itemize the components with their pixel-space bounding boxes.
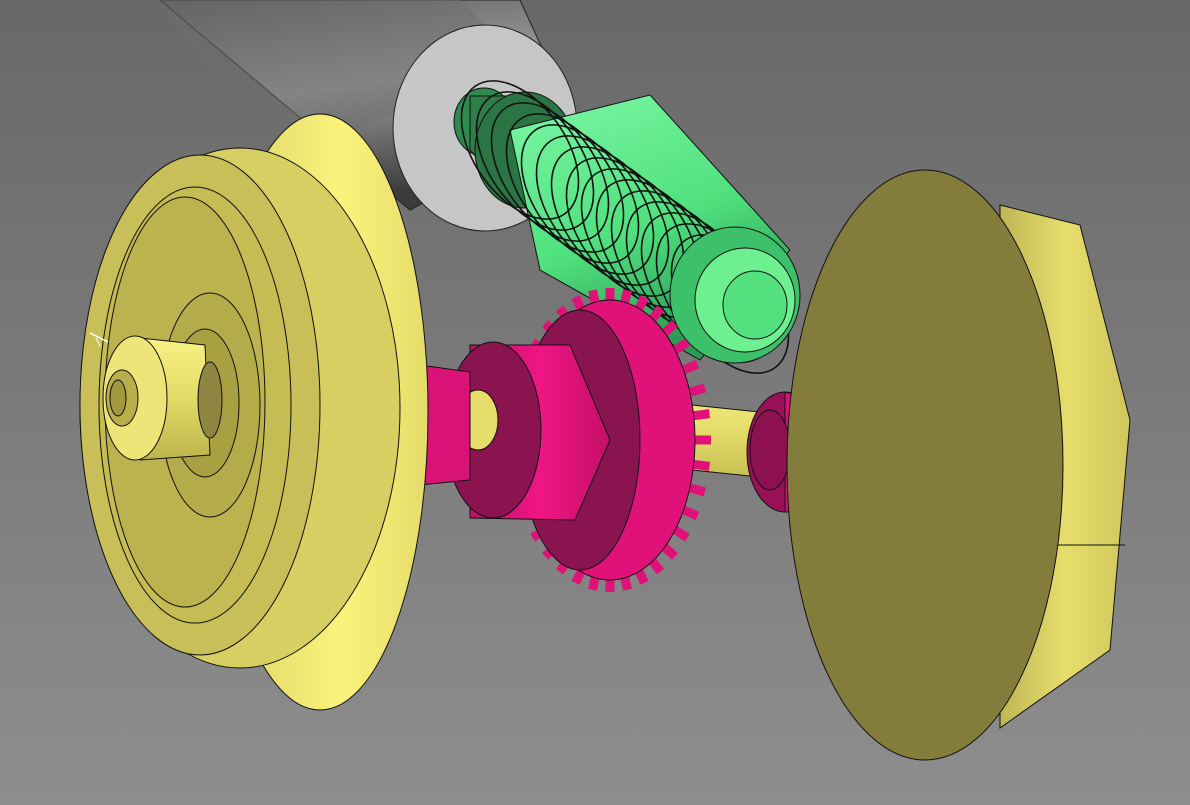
left-hub[interactable] [102, 335, 223, 461]
gear-tooth [693, 409, 711, 421]
wheel-right[interactable] [786, 169, 1131, 761]
gear-tooth [648, 558, 665, 575]
gear-tooth [635, 569, 649, 585]
gear-tooth [688, 383, 707, 397]
3d-viewport[interactable] [0, 0, 1190, 805]
model-canvas[interactable] [0, 0, 1190, 805]
gear-tooth [571, 295, 585, 311]
gear-tooth [635, 295, 649, 311]
gear-tooth [688, 483, 707, 497]
gear-tooth [620, 576, 632, 591]
gear-tooth [648, 305, 665, 322]
gear-tooth [681, 505, 700, 521]
gear-tooth [588, 576, 600, 591]
gear-tooth [571, 569, 585, 585]
gear-tooth [681, 359, 700, 375]
gear-tooth [588, 289, 600, 304]
gear-tooth [693, 459, 711, 471]
gear-tooth [620, 289, 632, 304]
